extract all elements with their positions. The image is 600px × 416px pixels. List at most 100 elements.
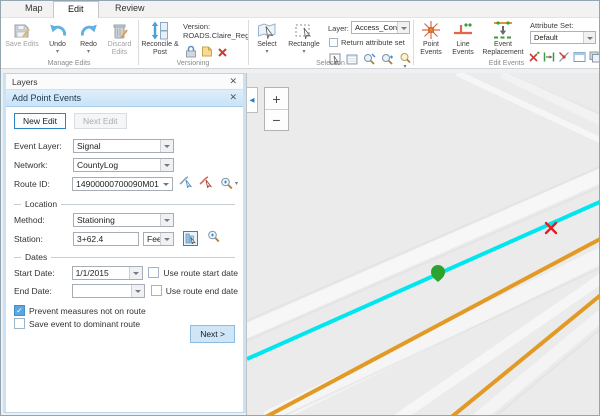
point-events-icon [421,20,441,40]
save-edits-label: Save Edits [5,41,38,49]
map-zoom-control: + − [264,87,289,131]
tab-map[interactable]: Map [11,1,57,18]
save-dominant-checkbox[interactable] [14,318,25,329]
floppy-disk-icon [13,20,31,40]
undo-button[interactable]: Undo ▾ [43,20,72,64]
redo-button[interactable]: Redo ▾ [74,20,103,64]
location-section-header: Location [14,198,235,210]
use-route-end-date-checkbox[interactable] [151,285,162,296]
add-point-events-body: New Edit Next Edit Event Layer: Signal N… [6,107,243,412]
close-icon[interactable]: ✕ [229,76,237,87]
zoom-to-route-icon[interactable]: ▾ [220,177,238,190]
left-panel: Layers ✕ Add Point Events ✕ New Edit Nex… [3,73,246,413]
ribbon: Save Edits Undo ▾ Redo ▾ Discar [1,18,599,69]
zoom-to-station-icon[interactable] [207,230,220,248]
discard-edits-button[interactable]: Discard Edits [103,20,136,64]
redo-dropdown-icon[interactable]: ▾ [87,49,90,55]
end-date-input[interactable] [72,284,145,298]
station-input[interactable]: 3+62.4 [73,232,139,246]
map-canvas [247,73,599,415]
prevent-measures-checkbox[interactable]: ✓ [14,305,25,316]
network-combobox[interactable]: CountyLog [73,158,174,172]
network-value: CountyLog [74,159,160,171]
return-attribute-set-label: Return attribute set [341,38,405,47]
undo-dropdown-icon[interactable]: ▾ [56,49,59,55]
route-id-combobox[interactable]: 14900000700090M01 [72,177,173,191]
select-route-on-map-icon[interactable] [179,174,193,193]
station-units-combobox[interactable]: Feet [143,232,174,246]
dropdown-arrow-icon[interactable] [160,214,173,226]
dates-section-header: Dates [14,251,235,263]
content-area: Layers ✕ Add Point Events ✕ New Edit Nex… [1,69,599,415]
rectangle-label: Rectangle [288,41,320,49]
use-route-end-date-label: Use route end date [166,286,238,296]
new-edit-button[interactable]: New Edit [14,113,66,129]
reconcile-post-label: Reconcile & Post [141,41,179,57]
start-date-input[interactable]: 1/1/2015 [72,266,143,280]
zoom-in-button[interactable]: + [265,88,288,109]
point-events-button[interactable]: Point Events [416,20,446,64]
save-dominant-label: Save event to dominant route [29,319,140,329]
map-view[interactable]: ◀ + − [246,73,599,415]
next-edit-button[interactable]: Next Edit [74,113,127,129]
dropdown-arrow-icon[interactable] [131,285,144,297]
dropdown-arrow-icon[interactable] [160,233,173,245]
rectangle-dropdown-icon[interactable]: ▾ [302,49,305,55]
added-point-dot [431,265,444,278]
version-value: ROADS.Claire_Reg [183,31,249,40]
version-label: Version: [183,22,210,31]
next-button[interactable]: Next > [190,325,235,343]
event-layer-combobox[interactable]: Signal [73,139,174,153]
station-units-value: Feet [144,233,160,245]
pick-station-on-map-button[interactable] [183,231,198,246]
group-label-manage-edits: Manage Edits [1,60,137,67]
dropdown-arrow-icon[interactable] [160,159,173,171]
close-icon[interactable]: ✕ [229,92,237,103]
group-label-selection: Selection [249,60,412,67]
dates-section-label: Dates [25,252,47,262]
method-value: Stationing [74,214,160,226]
start-date-label: Start Date: [14,268,65,278]
return-attribute-set-checkbox[interactable] [329,38,338,47]
trash-icon [111,20,129,40]
tab-edit[interactable]: Edit [53,1,99,18]
dropdown-arrow-icon[interactable] [583,32,595,43]
use-route-start-date-checkbox[interactable] [148,267,159,278]
redo-label: Redo [80,41,97,49]
save-edits-button[interactable]: Save Edits [4,20,40,64]
group-manage-edits: Save Edits Undo ▾ Redo ▾ Discar [1,18,137,68]
rectangle-select-button[interactable]: Rectangle ▾ [285,20,323,64]
route-id-label: Route ID: [14,179,65,189]
tab-review[interactable]: Review [101,1,159,18]
location-section-label: Location [25,199,57,209]
line-events-button[interactable]: Line Events [448,20,478,64]
select-dropdown-icon[interactable]: ▾ [265,49,268,55]
select-button[interactable]: Select ▾ [251,20,283,64]
select-route-from-selection-icon[interactable] [199,174,213,193]
zoom-out-button[interactable]: − [265,109,288,130]
dropdown-arrow-icon[interactable] [160,140,173,152]
undo-arrow-icon [48,20,68,40]
reconcile-post-button[interactable]: Reconcile & Post [141,20,179,64]
method-combobox[interactable]: Stationing [73,213,174,227]
dropdown-arrow-icon[interactable] [159,178,172,190]
panel-collapse-button[interactable]: ◀ [247,87,258,113]
end-date-label: End Date: [14,286,65,296]
group-edit-events: Point Events Line Events Event Replaceme… [414,18,599,68]
return-attribute-set-option[interactable]: Return attribute set [329,38,405,47]
route-id-value: 14900000700090M01 [73,178,159,190]
select-label: Select [257,41,276,49]
layer-value: Access_Control [352,22,397,33]
dropdown-arrow-icon[interactable] [397,22,409,33]
dropdown-arrow-icon[interactable] [129,267,142,279]
add-point-events-header[interactable]: Add Point Events ✕ [6,90,243,107]
collapse-left-icon: ◀ [250,96,255,104]
method-label: Method: [14,215,65,225]
attribute-set-combobox[interactable]: Default [530,31,596,44]
check-icon: ✓ [16,306,23,315]
event-layer-label: Event Layer: [14,141,65,151]
layers-pane-header[interactable]: Layers ✕ [6,74,243,90]
event-replacement-button[interactable]: Event Replacement [480,20,526,64]
undo-label: Undo [49,41,66,49]
layer-combobox[interactable]: Access_Control [351,21,410,34]
